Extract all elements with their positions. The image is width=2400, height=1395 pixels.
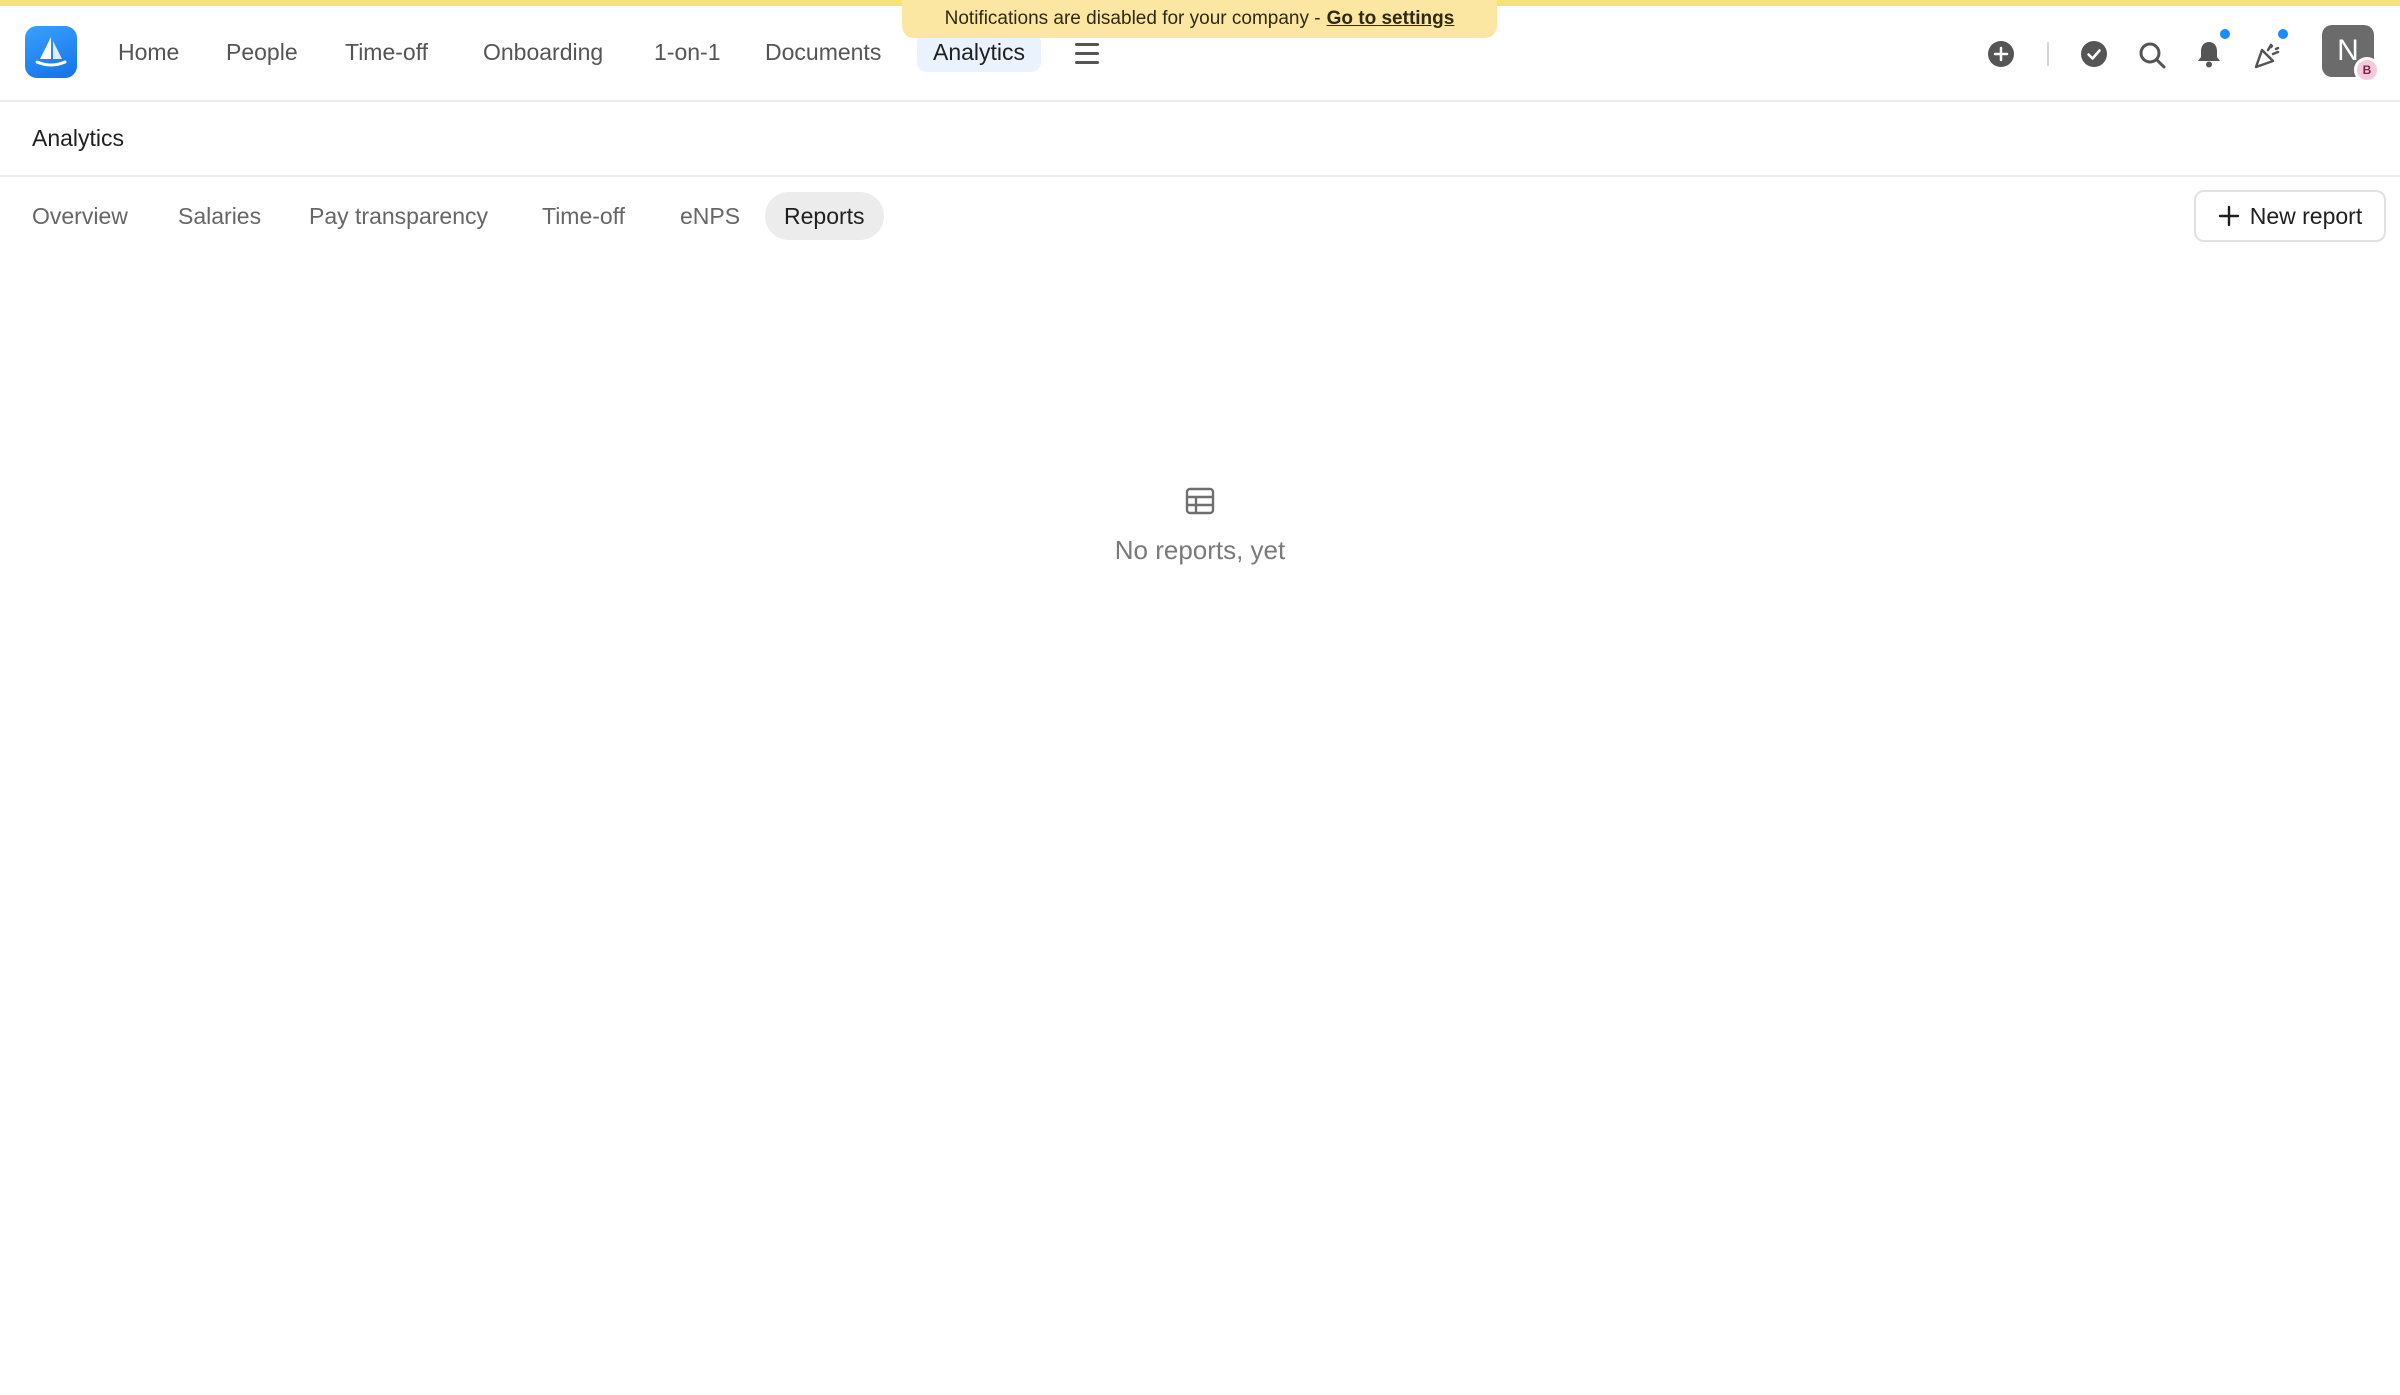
new-report-label: New report xyxy=(2249,202,2363,229)
notifications-banner: Notifications are disabled for your comp… xyxy=(902,0,1497,38)
plus-icon xyxy=(2218,205,2239,227)
empty-state-text: No reports, yet xyxy=(1114,535,1286,565)
empty-state: No reports, yet xyxy=(0,485,2400,566)
tab-overview[interactable]: Overview xyxy=(32,192,128,240)
nav-analytics[interactable]: Analytics xyxy=(917,32,1042,72)
banner-text: Notifications are disabled for your comp… xyxy=(944,8,1321,29)
tab-reports[interactable]: Reports xyxy=(765,192,884,240)
company-badge: B xyxy=(2354,57,2380,83)
page-title: Analytics xyxy=(32,125,125,151)
table-icon xyxy=(1184,485,1216,517)
bell-icon[interactable] xyxy=(2197,40,2221,73)
tab-enps[interactable]: eNPS xyxy=(680,192,740,240)
menu-icon[interactable] xyxy=(1075,43,1099,65)
avatar[interactable]: N B xyxy=(2322,25,2380,83)
nav-people[interactable]: People xyxy=(226,32,298,72)
tab-salaries[interactable]: Salaries xyxy=(178,192,261,240)
search-icon[interactable] xyxy=(2138,41,2166,74)
logo-icon[interactable] xyxy=(25,26,77,78)
nav-documents[interactable]: Documents xyxy=(765,32,881,72)
check-icon[interactable] xyxy=(2081,41,2107,72)
updates-dot xyxy=(2276,27,2290,41)
tab-pay-transparency[interactable]: Pay transparency xyxy=(309,192,488,240)
tab-time-off[interactable]: Time-off xyxy=(542,192,625,240)
nav-divider xyxy=(2047,42,2049,66)
new-report-button[interactable]: New report xyxy=(2194,190,2386,242)
nav-time-off[interactable]: Time-off xyxy=(345,32,428,72)
party-icon[interactable] xyxy=(2253,41,2281,74)
analytics-tabs: Overview Salaries Pay transparency Time-… xyxy=(0,190,2400,242)
page-header: Analytics xyxy=(0,103,2400,177)
nav-1-on-1[interactable]: 1-on-1 xyxy=(654,32,720,72)
go-to-settings-link[interactable]: Go to settings xyxy=(1327,8,1455,30)
nav-home[interactable]: Home xyxy=(118,32,179,72)
add-icon[interactable] xyxy=(1988,41,2014,72)
nav-onboarding[interactable]: Onboarding xyxy=(483,32,603,72)
notification-dot xyxy=(2218,27,2232,41)
